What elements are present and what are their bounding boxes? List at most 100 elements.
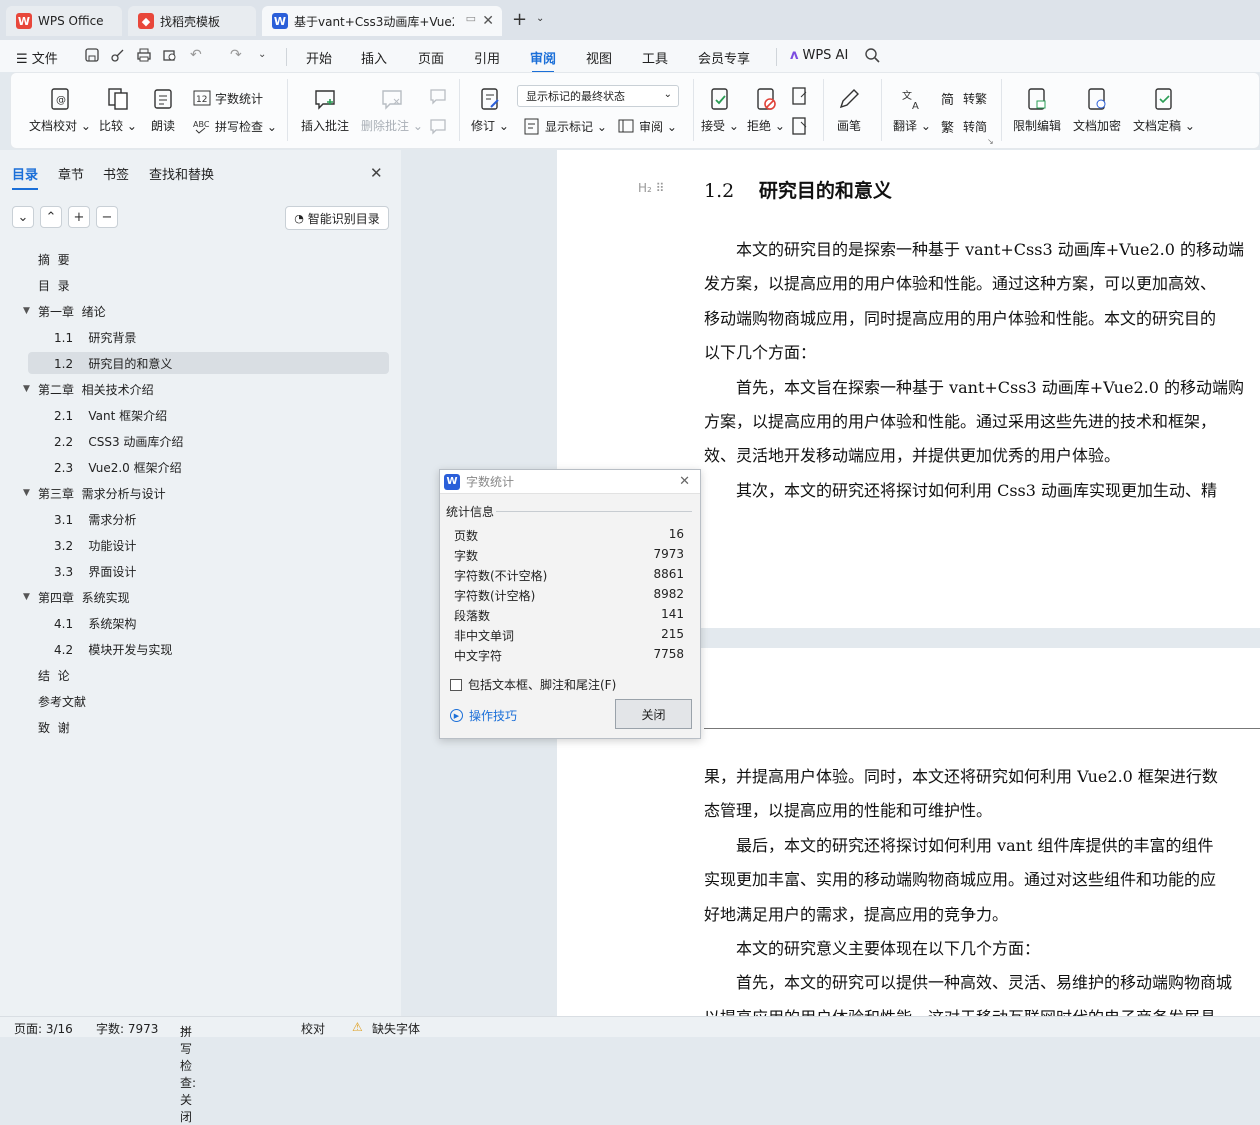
- show-markup-button[interactable]: 显示标记 ⌄: [523, 117, 607, 135]
- doc-proofread-button[interactable]: @ 文档校对 ⌄: [29, 87, 91, 134]
- menu-view[interactable]: 视图: [586, 48, 612, 67]
- toc-item[interactable]: 目 录: [0, 274, 401, 296]
- ai-logo-icon: ʌ: [790, 48, 799, 63]
- toc-item[interactable]: 3.3 界面设计: [0, 560, 401, 582]
- save-icon[interactable]: [84, 47, 100, 63]
- checkbox-box[interactable]: [450, 678, 462, 691]
- restrict-edit-button[interactable]: 限制编辑: [1013, 87, 1061, 134]
- print-icon[interactable]: [136, 47, 152, 63]
- pen-button[interactable]: 画笔: [837, 87, 861, 134]
- to-traditional-button[interactable]: 简 转繁: [941, 89, 987, 109]
- paragraph-line: 态管理，以提高应用的性能和可维护性。: [704, 801, 993, 821]
- compare-button[interactable]: 比较 ⌄: [99, 87, 137, 134]
- tab-template[interactable]: ◆ 找稻壳模板: [128, 6, 256, 36]
- file-menu[interactable]: ☰ 文件: [16, 48, 58, 67]
- toc-item[interactable]: ▼ 第一章 绪论: [0, 300, 401, 322]
- proof-status[interactable]: 校对: [301, 1020, 325, 1037]
- toc-item[interactable]: 4.1 系统架构: [0, 612, 401, 634]
- markup-state-select[interactable]: 显示标记的最终状态 ⌄: [517, 85, 679, 107]
- window-icon[interactable]: ▭: [466, 12, 476, 25]
- next-comment-icon[interactable]: [429, 117, 447, 135]
- reject-button[interactable]: 拒绝 ⌄: [747, 87, 785, 134]
- translate-button[interactable]: 文A 翻译 ⌄: [893, 87, 931, 134]
- new-tab-icon[interactable]: +: [512, 9, 527, 30]
- finalize-button[interactable]: 文档定稿 ⌄: [1133, 87, 1195, 134]
- toc-item[interactable]: ▼ 第四章 系统实现: [0, 586, 401, 608]
- read-aloud-button[interactable]: 朗读: [151, 87, 175, 134]
- tab-list-chevron-icon[interactable]: ⌄: [536, 13, 544, 24]
- menu-references[interactable]: 引用: [474, 48, 500, 67]
- next-change-icon[interactable]: [791, 117, 809, 135]
- nav-tab-sections[interactable]: 章节: [58, 164, 84, 183]
- collapse-all-button[interactable]: ⌄: [12, 206, 34, 228]
- toc-item[interactable]: ▼ 第三章 需求分析与设计: [0, 482, 401, 504]
- menu-review[interactable]: 审阅: [530, 48, 556, 73]
- undo-icon[interactable]: ↶: [190, 47, 202, 63]
- toc-item[interactable]: 参考文献: [0, 690, 401, 712]
- redo-icon[interactable]: ↷: [230, 47, 242, 63]
- smart-toc-button[interactable]: ◔ 智能识别目录: [285, 206, 389, 230]
- compare-label: 比较: [99, 119, 124, 133]
- accept-button[interactable]: 接受 ⌄: [701, 87, 739, 134]
- spell-check-button[interactable]: ABC 拼写检查 ⌄: [193, 117, 277, 135]
- share-icon[interactable]: [110, 47, 126, 63]
- expand-arrow-icon[interactable]: ▼: [23, 488, 30, 498]
- toc-item[interactable]: 结 论: [0, 664, 401, 686]
- word-count-status[interactable]: 字数: 7973: [96, 1020, 158, 1037]
- delete-comment-button[interactable]: 删除批注 ⌄: [361, 87, 423, 134]
- toc-item[interactable]: 摘 要: [0, 248, 401, 270]
- encrypt-button[interactable]: 文档加密: [1073, 87, 1121, 134]
- menu-home[interactable]: 开始: [306, 48, 332, 67]
- toc-item[interactable]: 1.1 研究背景: [0, 326, 401, 348]
- track-changes-button[interactable]: 修订 ⌄: [471, 87, 509, 134]
- close-tab-icon[interactable]: ✕: [482, 13, 494, 29]
- toc-item[interactable]: ▼ 第二章 相关技术介绍: [0, 378, 401, 400]
- heading-level-icon[interactable]: H₂ ⠿: [638, 181, 664, 195]
- toc-item[interactable]: 2.2 CSS3 动画库介绍: [0, 430, 401, 452]
- expand-group-icon[interactable]: ↘: [987, 137, 994, 146]
- tips-link[interactable]: ▶ 操作技巧: [450, 707, 517, 724]
- to-simplified-button[interactable]: 繁 转简: [941, 117, 987, 137]
- toc-item[interactable]: 4.2 模块开发与实现: [0, 638, 401, 660]
- toc-item[interactable]: 3.1 需求分析: [0, 508, 401, 530]
- add-heading-button[interactable]: +: [68, 206, 90, 228]
- toc-item[interactable]: 3.2 功能设计: [0, 534, 401, 556]
- expand-arrow-icon[interactable]: ▼: [23, 592, 30, 602]
- missing-font-status[interactable]: 缺失字体: [372, 1020, 420, 1037]
- search-icon[interactable]: [864, 47, 880, 63]
- heading-text: 研究目的和意义: [758, 180, 892, 202]
- menu-insert[interactable]: 插入: [361, 48, 387, 67]
- prev-change-icon[interactable]: [791, 87, 809, 105]
- toc-item[interactable]: 1.2 研究目的和意义: [28, 352, 389, 374]
- menu-member[interactable]: 会员专享: [698, 48, 750, 67]
- toc-item[interactable]: 2.3 Vue2.0 框架介绍: [0, 456, 401, 478]
- nav-tab-bookmarks[interactable]: 书签: [103, 164, 129, 183]
- page-indicator[interactable]: 页面: 3/16: [14, 1020, 73, 1037]
- nav-tab-find-replace[interactable]: 查找和替换: [149, 164, 214, 183]
- prev-comment-icon[interactable]: [429, 87, 447, 105]
- expand-arrow-icon[interactable]: ▼: [23, 384, 30, 394]
- tab-document[interactable]: W 基于vant+Css3动画库+Vue2.0 ▭ ✕: [262, 6, 502, 36]
- dialog-close-button[interactable]: 关闭: [615, 699, 692, 729]
- include-textbox-checkbox[interactable]: 包括文本框、脚注和尾注(F): [450, 676, 616, 693]
- remove-heading-button[interactable]: −: [96, 206, 118, 228]
- wps-ai-button[interactable]: ʌ WPS AI: [790, 48, 848, 63]
- dialog-close-icon[interactable]: ✕: [679, 474, 690, 489]
- review-pane-button[interactable]: 审阅 ⌄: [617, 117, 677, 135]
- menu-tools[interactable]: 工具: [642, 48, 668, 67]
- more-chevron-icon[interactable]: ⌄: [258, 49, 266, 60]
- expand-up-button[interactable]: ⌃: [40, 206, 62, 228]
- word-count-button[interactable]: 12 字数统计: [193, 89, 263, 107]
- expand-arrow-icon[interactable]: ▼: [23, 306, 30, 316]
- nav-tab-toc[interactable]: 目录: [12, 164, 39, 190]
- toc-item[interactable]: 2.1 Vant 框架介绍: [0, 404, 401, 426]
- spell-check-status[interactable]: 拼写检查: 关闭 ⌄: [180, 1020, 196, 1124]
- simplified-icon: 繁: [941, 121, 955, 136]
- print-preview-icon[interactable]: [162, 47, 178, 63]
- stat-value: 215: [661, 627, 684, 641]
- toc-item[interactable]: 致 谢: [0, 716, 401, 738]
- menu-page[interactable]: 页面: [418, 48, 444, 67]
- close-pane-icon[interactable]: ✕: [370, 164, 383, 182]
- insert-comment-button[interactable]: 插入批注: [301, 87, 349, 134]
- tab-wps-office[interactable]: W WPS Office: [6, 6, 122, 36]
